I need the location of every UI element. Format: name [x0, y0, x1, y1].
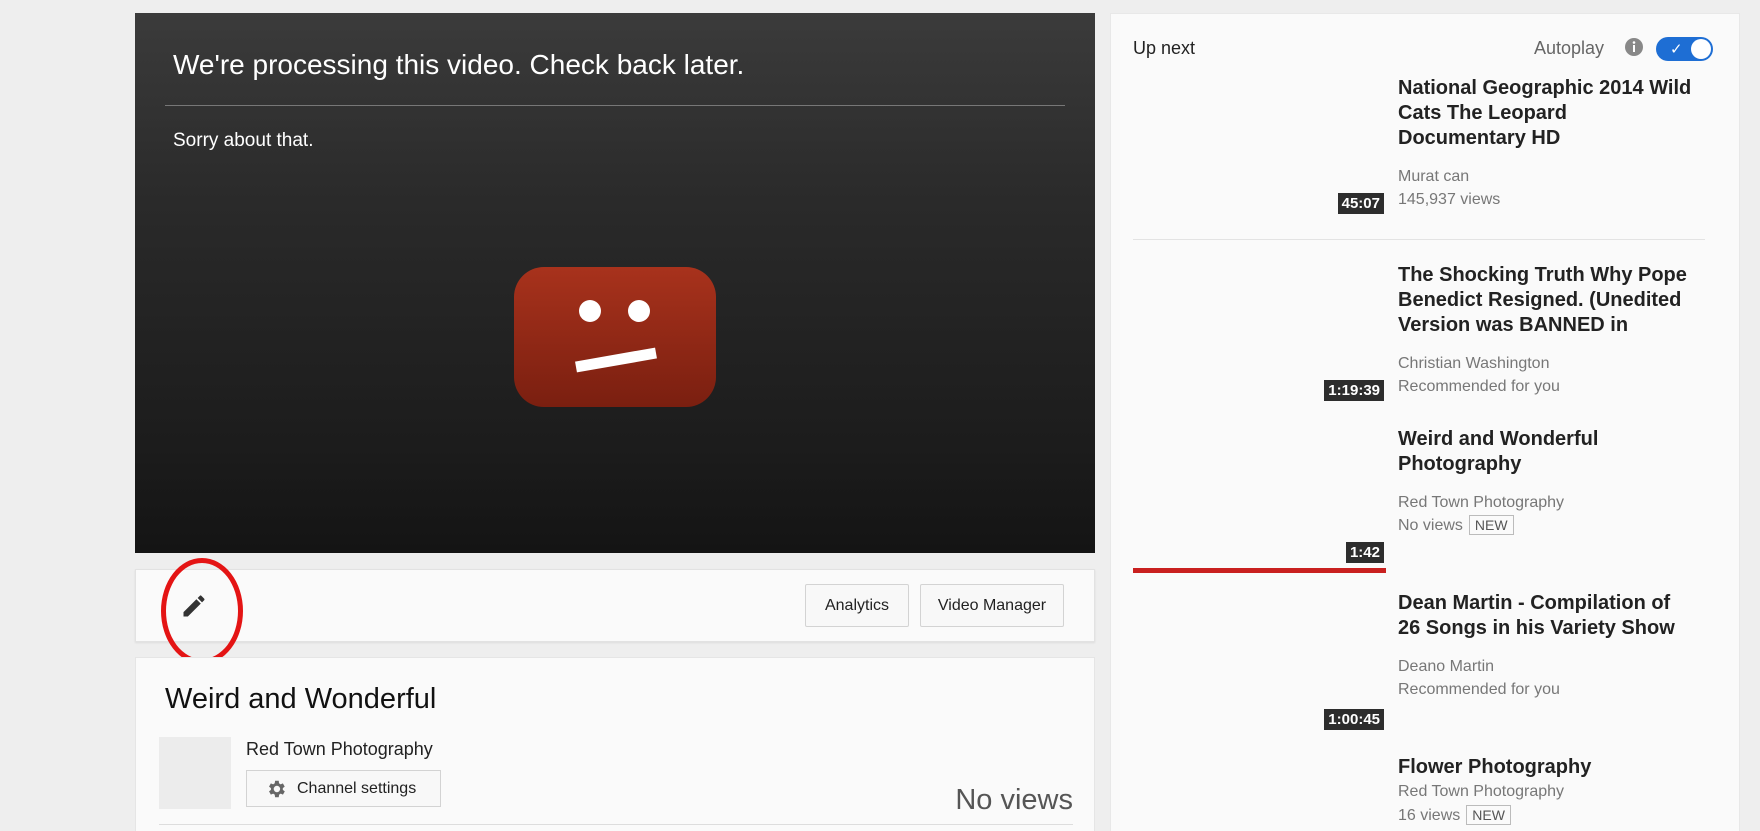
duration-badge: 1:42	[1345, 542, 1384, 563]
check-icon: ✓	[1670, 40, 1683, 58]
video-action-bar: Analytics Video Manager	[135, 558, 1095, 664]
view-count-row: No views NEW	[1398, 515, 1514, 535]
video-title: Weird and Wonderful	[165, 683, 437, 715]
duration-badge: 1:00:45	[1324, 709, 1384, 730]
video-title-link[interactable]: Weird and Wonderful Photography	[1398, 427, 1698, 477]
toggle-knob	[1691, 39, 1711, 59]
processing-message: We're processing this video. Check back …	[173, 49, 745, 80]
video-title-link[interactable]: National Geographic 2014 Wild Cats The L…	[1398, 76, 1698, 151]
watch-progress-bar	[1133, 568, 1386, 573]
gear-icon	[269, 780, 285, 797]
video-title-link[interactable]: Flower Photography	[1398, 755, 1698, 780]
video-title-link[interactable]: The Shocking Truth Why Pope Benedict Res…	[1398, 263, 1698, 338]
edit-pencil-icon[interactable]	[180, 592, 208, 620]
video-player[interactable]: We're processing this video. Check back …	[135, 13, 1095, 553]
info-icon[interactable]	[1624, 37, 1644, 57]
video-thumbnail[interactable]: 45:07	[1133, 76, 1386, 216]
channel-name: Deano Martin	[1398, 658, 1495, 675]
channel-name: Murat can	[1398, 168, 1470, 185]
recommendation-note: Recommended for you	[1398, 378, 1560, 395]
video-thumbnail[interactable]: 1:42	[1133, 427, 1386, 573]
video-info-card: Weird and Wonderful Red Town Photography…	[135, 657, 1095, 831]
player-divider	[165, 105, 1065, 106]
channel-name: Red Town Photography	[1398, 494, 1565, 511]
channel-name: Christian Washington	[1398, 355, 1550, 372]
channel-name: Red Town Photography	[1398, 783, 1565, 800]
recommendation-note: Recommended for you	[1398, 681, 1560, 698]
list-item[interactable]: Flower Photography Red Town Photography …	[1133, 755, 1713, 831]
new-badge: NEW	[1466, 805, 1511, 825]
view-count-row: 16 views NEW	[1398, 805, 1511, 825]
channel-settings-label: Channel settings	[297, 779, 417, 797]
analytics-button[interactable]: Analytics	[805, 584, 909, 627]
view-count: 145,937 views	[1398, 191, 1501, 208]
channel-settings-button[interactable]: Channel settings	[246, 770, 441, 807]
avatar[interactable]	[159, 737, 231, 809]
info-divider	[159, 824, 1073, 825]
processing-submessage: Sorry about that.	[173, 130, 314, 151]
list-item[interactable]: 1:00:45 Dean Martin - Compilation of 26 …	[1133, 591, 1713, 732]
up-next-sidebar: Up next Autoplay ✓ 45:07 National Geogra…	[1110, 13, 1740, 831]
view-count: No views	[1398, 517, 1463, 534]
duration-badge: 1:19:39	[1324, 380, 1384, 401]
video-title-link[interactable]: Dean Martin - Compilation of 26 Songs in…	[1398, 591, 1698, 641]
autoplay-toggle[interactable]: ✓	[1656, 37, 1713, 61]
new-badge: NEW	[1468, 515, 1514, 535]
list-divider	[1133, 239, 1705, 240]
list-item[interactable]: 1:19:39 The Shocking Truth Why Pope Bene…	[1133, 263, 1713, 403]
video-manager-button[interactable]: Video Manager	[920, 584, 1064, 627]
list-item[interactable]: 45:07 National Geographic 2014 Wild Cats…	[1133, 76, 1713, 226]
channel-name-link[interactable]: Red Town Photography	[246, 739, 433, 760]
list-item[interactable]: 1:42 Weird and Wonderful Photography Red…	[1133, 427, 1713, 573]
video-thumbnail[interactable]	[1133, 755, 1386, 831]
video-thumbnail[interactable]: 1:00:45	[1133, 591, 1386, 732]
up-next-heading: Up next	[1133, 38, 1196, 58]
sad-youtube-icon	[514, 267, 716, 407]
view-count: 16 views	[1398, 807, 1461, 824]
duration-badge: 45:07	[1337, 193, 1384, 214]
autoplay-label: Autoplay	[1534, 38, 1605, 58]
video-thumbnail[interactable]: 1:19:39	[1133, 263, 1386, 403]
view-count: No views	[955, 784, 1073, 816]
